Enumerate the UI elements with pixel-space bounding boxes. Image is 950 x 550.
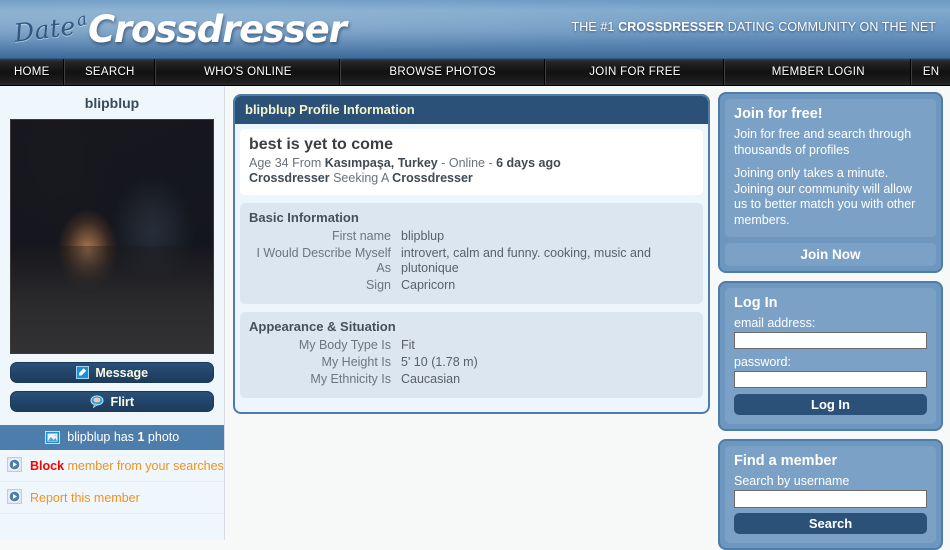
tagline-suffix: DATING COMMUNITY ON THE NET xyxy=(724,20,936,34)
section-basic-information: Basic Information First name blipblup I … xyxy=(240,203,703,304)
field-value: introvert, calm and funny. cooking, musi… xyxy=(401,246,651,275)
find-panel-content: Find a member Search by username Search xyxy=(725,446,936,543)
photo-count-bar[interactable]: blipblup has 1 photo xyxy=(0,425,224,450)
field-value: Capricorn xyxy=(401,278,456,292)
tagline-emphasis: CROSSDRESSER xyxy=(618,20,725,34)
profile-field-row: Sign Capricorn xyxy=(249,278,694,293)
nav-item-member-login[interactable]: MEMBER LOGIN xyxy=(725,59,913,85)
right-sidebar: Join for free! Join for free and search … xyxy=(718,86,950,550)
field-value: Caucasian xyxy=(401,372,461,386)
profile-field-row: My Body Type Is Fit xyxy=(249,338,694,353)
join-panel-title: Join for free! xyxy=(734,106,823,122)
profile-field-row: My Height Is 5' 10 (1.78 m) xyxy=(249,355,694,370)
join-panel-content: Join for free! Join for free and search … xyxy=(725,99,936,237)
block-member-rest: member from your searches xyxy=(64,458,224,473)
join-for-free-panel: Join for free! Join for free and search … xyxy=(718,92,943,273)
profile-field-row: First name blipblup xyxy=(249,229,694,244)
field-key: My Body Type Is xyxy=(298,338,391,352)
nav-item-home[interactable]: HOME xyxy=(0,59,65,85)
profile-self-type: Crossdresser xyxy=(249,171,330,185)
email-label: email address: xyxy=(734,316,816,330)
email-field[interactable] xyxy=(734,332,927,349)
section-title: Basic Information xyxy=(249,210,359,225)
field-key: First name xyxy=(331,229,391,243)
login-button[interactable]: Log In xyxy=(734,394,927,415)
flirt-speech-bubble-icon xyxy=(90,395,107,411)
report-member-link[interactable]: Report this member xyxy=(0,482,224,514)
flirt-button[interactable]: Flirt xyxy=(10,391,214,412)
page-body: blipblup Message Flirt blipblup has 1 ph… xyxy=(0,86,950,550)
nav-item-browse-photos[interactable]: BROWSE PHOTOS xyxy=(341,59,546,85)
find-member-panel: Find a member Search by username Search xyxy=(718,439,943,550)
field-value: blipblup xyxy=(401,229,445,243)
main-navigation: HOME SEARCH WHO'S ONLINE BROWSE PHOTOS J… xyxy=(0,59,950,86)
search-button[interactable]: Search xyxy=(734,513,927,534)
profile-field-row: My Ethnicity Is Caucasian xyxy=(249,372,694,387)
profile-main-column: blipblup Profile Information best is yet… xyxy=(225,86,718,540)
flirt-button-label: Flirt xyxy=(110,395,135,409)
join-panel-text-1: Join for free and search through thousan… xyxy=(734,127,912,157)
tagline-prefix: THE #1 xyxy=(571,20,619,34)
message-button-label: Message xyxy=(95,366,149,380)
nav-item-language[interactable]: EN xyxy=(912,59,950,85)
profile-username: blipblup xyxy=(84,95,140,111)
field-value: Fit xyxy=(401,338,415,352)
logo-word-date: Date xyxy=(12,10,78,48)
profile-last-seen: 6 days ago xyxy=(496,156,561,170)
password-field[interactable] xyxy=(734,371,927,388)
photo-count-suffix: photo xyxy=(144,430,180,444)
profile-photo-image xyxy=(11,120,213,353)
block-member-label: Block member from your searches xyxy=(30,459,224,473)
profile-information-panel: blipblup Profile Information best is yet… xyxy=(233,94,710,414)
profile-seeking-line: Crossdresser Seeking A Crossdresser xyxy=(249,171,694,186)
nav-item-search[interactable]: SEARCH xyxy=(65,59,157,85)
message-compose-icon xyxy=(75,366,92,382)
login-panel-content: Log In email address: password: Log In xyxy=(725,288,936,424)
password-label: password: xyxy=(734,355,791,369)
profile-headline: best is yet to come xyxy=(249,136,394,153)
field-key: My Ethnicity Is xyxy=(310,372,391,386)
login-panel-title: Log In xyxy=(734,295,778,311)
search-input[interactable] xyxy=(734,490,927,508)
photo-thumbnail-icon xyxy=(44,431,63,447)
site-logo[interactable]: Date a Crossdresser xyxy=(12,2,347,56)
block-member-link[interactable]: Block member from your searches xyxy=(0,450,224,482)
message-button[interactable]: Message xyxy=(10,362,214,383)
report-member-label: Report this member xyxy=(30,490,140,505)
nav-item-whos-online[interactable]: WHO'S ONLINE xyxy=(156,59,341,85)
arrow-bullet-icon xyxy=(7,488,22,507)
profile-field-row: I Would Describe Myself As introvert, ca… xyxy=(249,246,694,276)
profile-seeking-connector: Seeking A xyxy=(329,171,393,185)
login-panel: Log In email address: password: Log In xyxy=(718,281,943,431)
profile-location: Kasımpaşa, Turkey xyxy=(324,156,438,170)
profile-age: Age 34 From xyxy=(249,156,325,170)
profile-photo[interactable] xyxy=(10,119,214,354)
profile-panel-title: blipblup Profile Information xyxy=(235,96,708,124)
site-header: Date a Crossdresser THE #1 CROSSDRESSER … xyxy=(0,0,950,59)
site-tagline: THE #1 CROSSDRESSER DATING COMMUNITY ON … xyxy=(572,20,937,34)
join-panel-text-2: Joining only takes a minute. Joining our… xyxy=(734,166,916,227)
field-key: Sign xyxy=(365,278,391,292)
nav-item-join-for-free[interactable]: JOIN FOR FREE xyxy=(546,59,726,85)
profile-panel-body: best is yet to come Age 34 From Kasımpaş… xyxy=(235,124,708,412)
photo-count-prefix: blipblup has xyxy=(67,430,138,444)
field-value: 5' 10 (1.78 m) xyxy=(401,355,478,369)
field-key: My Height Is xyxy=(321,355,391,369)
field-key: I Would Describe Myself As xyxy=(256,246,391,275)
profile-summary: best is yet to come Age 34 From Kasımpaş… xyxy=(240,129,703,195)
logo-word-crossdresser: Crossdresser xyxy=(87,7,347,51)
profile-online-status: - Online - xyxy=(437,156,497,170)
arrow-bullet-icon xyxy=(7,456,22,475)
section-title: Appearance & Situation xyxy=(249,319,396,334)
join-now-button[interactable]: Join Now xyxy=(725,243,936,266)
profile-seeking-type: Crossdresser xyxy=(392,171,473,185)
section-appearance-situation: Appearance & Situation My Body Type Is F… xyxy=(240,312,703,398)
find-panel-title: Find a member xyxy=(734,453,838,469)
profile-sidebar: blipblup Message Flirt blipblup has 1 ph… xyxy=(0,86,225,540)
search-username-label: Search by username xyxy=(734,474,850,488)
profile-meta-line: Age 34 From Kasımpaşa, Turkey - Online -… xyxy=(249,156,694,171)
block-member-emphasis: Block xyxy=(30,458,65,473)
